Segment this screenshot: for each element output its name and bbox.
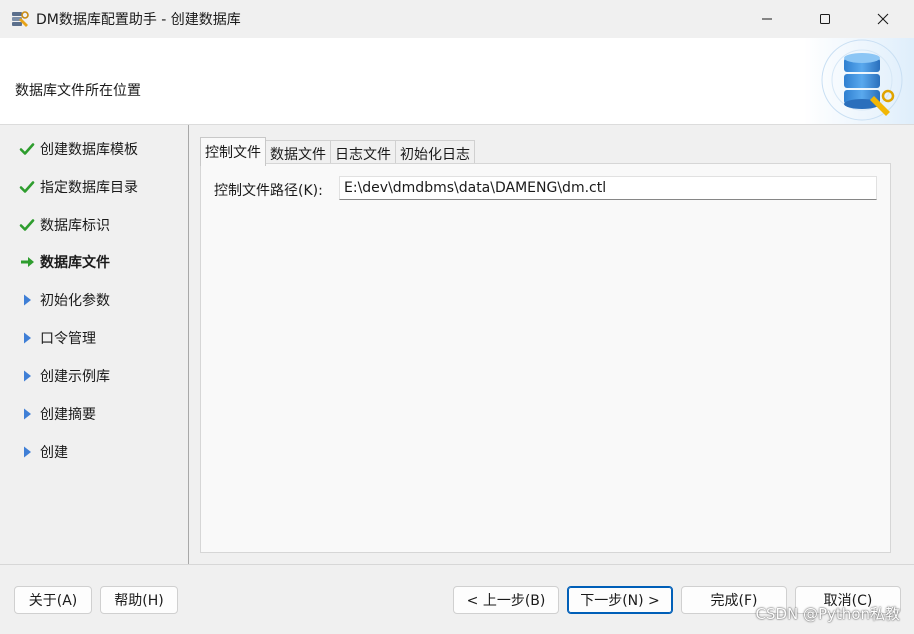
triangle-right-icon — [18, 443, 36, 461]
step-label: 数据库文件 — [40, 255, 110, 271]
step-specify-directory: 指定数据库目录 — [18, 175, 183, 199]
wizard-steps-sidebar: 创建数据库模板 指定数据库目录 数据库标识 数据库文件 初始化参数 口令管理 创… — [0, 125, 189, 564]
app-icon — [10, 9, 30, 29]
close-icon — [877, 13, 889, 25]
step-password-management: 口令管理 — [18, 326, 183, 350]
step-create-template: 创建数据库模板 — [18, 137, 183, 161]
page-subtitle: 数据库文件所在位置 — [15, 83, 141, 99]
triangle-right-icon — [18, 405, 36, 423]
checkmark-icon — [18, 178, 36, 196]
minimize-icon — [762, 18, 772, 20]
header-band: 数据库文件所在位置 — [0, 38, 914, 125]
maximize-button[interactable] — [796, 0, 854, 38]
checkmark-icon — [18, 140, 36, 158]
about-button[interactable]: 关于(A) — [14, 586, 92, 614]
minimize-button[interactable] — [738, 0, 796, 38]
step-label: 初始化参数 — [40, 293, 110, 309]
back-button[interactable]: < 上一步(B) — [453, 586, 559, 614]
control-file-path-input[interactable] — [339, 176, 877, 200]
triangle-right-icon — [18, 329, 36, 347]
window-title: DM数据库配置助手 - 创建数据库 — [36, 12, 241, 28]
button-bar: 关于(A) 帮助(H) < 上一步(B) 下一步(N) > 完成(F) 取消(C… — [0, 564, 914, 634]
step-database-files: 数据库文件 — [18, 250, 183, 274]
step-init-params: 初始化参数 — [18, 288, 183, 312]
triangle-right-icon — [18, 291, 36, 309]
step-label: 数据库标识 — [40, 218, 110, 234]
maximize-icon — [820, 14, 830, 24]
control-file-path-label: 控制文件路径(K): — [214, 183, 323, 199]
step-label: 创建数据库模板 — [40, 142, 138, 158]
triangle-right-icon — [18, 367, 36, 385]
step-create-sample-db: 创建示例库 — [18, 364, 183, 388]
step-label: 创建 — [40, 445, 68, 461]
control-file-panel: 控制文件路径(K): — [200, 163, 891, 553]
database-tools-icon — [804, 38, 914, 124]
next-button[interactable]: 下一步(N) > — [567, 586, 673, 614]
arrow-right-icon — [18, 253, 36, 271]
close-button[interactable] — [854, 0, 912, 38]
watermark: CSDN @Python私教 — [755, 605, 900, 623]
help-button[interactable]: 帮助(H) — [100, 586, 178, 614]
title-bar: DM数据库配置助手 - 创建数据库 — [0, 0, 914, 39]
step-label: 指定数据库目录 — [40, 180, 138, 196]
file-tabs: 控制文件 数据文件 日志文件 初始化日志 — [200, 137, 475, 166]
step-label: 创建摘要 — [40, 407, 96, 423]
tab-control-file[interactable]: 控制文件 — [200, 137, 266, 166]
step-label: 创建示例库 — [40, 369, 110, 385]
main-content: 控制文件 数据文件 日志文件 初始化日志 控制文件路径(K): — [189, 125, 914, 564]
step-label: 口令管理 — [40, 331, 96, 347]
checkmark-icon — [18, 216, 36, 234]
step-database-identity: 数据库标识 — [18, 213, 183, 237]
step-create-summary: 创建摘要 — [18, 402, 183, 426]
step-create: 创建 — [18, 440, 183, 464]
